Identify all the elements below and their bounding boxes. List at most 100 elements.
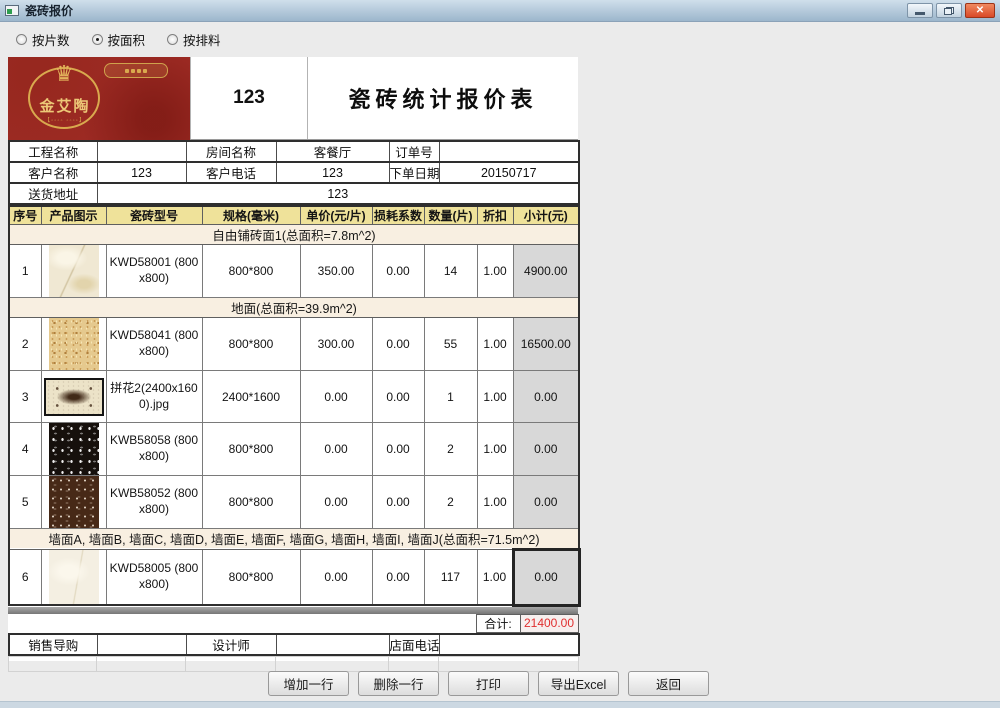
section-row: 地面(总面积=39.9m^2) [9, 298, 579, 318]
sales-guide-value[interactable] [97, 634, 186, 655]
unit-price-cell[interactable]: 0.00 [300, 371, 372, 423]
loss-factor-cell[interactable]: 0.00 [372, 550, 424, 606]
back-button[interactable]: 返回 [628, 671, 709, 696]
row-index-cell[interactable]: 3 [9, 371, 41, 423]
loss-factor-cell[interactable]: 0.00 [372, 371, 424, 423]
section-row: 自由铺砖面1(总面积=7.8m^2) [9, 225, 579, 245]
tile-spec-cell[interactable]: 800*800 [202, 423, 300, 476]
store-phone-value[interactable] [439, 634, 579, 655]
tile-model-cell[interactable]: KWB58058 (800x800) [106, 423, 202, 476]
tile-model-cell[interactable]: KWD58005 (800x800) [106, 550, 202, 606]
discount-cell[interactable]: 1.00 [477, 476, 513, 529]
subtotal-cell[interactable]: 0.00 [513, 550, 579, 606]
brown-speckle-tile-image[interactable] [49, 476, 99, 528]
discount-cell[interactable]: 1.00 [477, 318, 513, 371]
pale-marble-tile-image[interactable] [49, 550, 99, 604]
delivery-address-label: 送货地址 [9, 183, 97, 204]
delivery-address-value[interactable]: 123 [97, 183, 579, 204]
col-loss-factor: 损耗系数 [372, 206, 424, 225]
customer-phone-value[interactable]: 123 [276, 162, 389, 183]
print-button[interactable]: 打印 [448, 671, 529, 696]
project-name-value[interactable] [97, 141, 186, 162]
product-image-cell[interactable] [41, 476, 106, 529]
subtotal-cell[interactable]: 0.00 [513, 371, 579, 423]
col-tile-model: 瓷砖型号 [106, 206, 202, 225]
window-bottom-edge [0, 701, 1000, 708]
unit-price-cell[interactable]: 0.00 [300, 550, 372, 606]
restore-button[interactable] [936, 3, 962, 18]
col-unit-price: 单价(元/片) [300, 206, 372, 225]
table-row: 3拼花2(2400x1600).jpg2400*16000.000.0011.0… [9, 371, 579, 423]
discount-cell[interactable]: 1.00 [477, 371, 513, 423]
tile-model-cell[interactable]: 拼花2(2400x1600).jpg [106, 371, 202, 423]
mode-radio-by-area[interactable]: 按面积 [92, 30, 146, 49]
loss-factor-cell[interactable]: 0.00 [372, 476, 424, 529]
mode-radio-by-piece-count[interactable]: 按片数 [16, 30, 70, 49]
tile-model-cell[interactable]: KWB58052 (800x800) [106, 476, 202, 529]
quantity-cell[interactable]: 55 [424, 318, 477, 371]
tile-model-cell[interactable]: KWD58001 (800x800) [106, 245, 202, 298]
room-name-value[interactable]: 客餐厅 [276, 141, 389, 162]
delete-row-button[interactable]: 删除一行 [358, 671, 439, 696]
export-excel-button[interactable]: 导出Excel [538, 671, 619, 696]
mode-radio-by-layout[interactable]: 按排料 [167, 30, 221, 49]
order-no-value[interactable] [439, 141, 579, 162]
product-image-cell[interactable] [41, 245, 106, 298]
tile-spec-cell[interactable]: 2400*1600 [202, 371, 300, 423]
product-image-cell[interactable] [41, 318, 106, 371]
loss-factor-cell[interactable]: 0.00 [372, 318, 424, 371]
quantity-cell[interactable]: 2 [424, 476, 477, 529]
discount-cell[interactable]: 1.00 [477, 245, 513, 298]
subtotal-cell[interactable]: 16500.00 [513, 318, 579, 371]
tile-spec-cell[interactable]: 800*800 [202, 245, 300, 298]
discount-cell[interactable]: 1.00 [477, 550, 513, 606]
subtotal-cell[interactable]: 0.00 [513, 423, 579, 476]
product-image-cell[interactable] [41, 423, 106, 476]
mode-options: 按片数 按面积 按排料 [0, 22, 1000, 56]
unit-price-cell[interactable]: 300.00 [300, 318, 372, 371]
row-index-cell[interactable]: 6 [9, 550, 41, 606]
tile-spec-cell[interactable]: 800*800 [202, 318, 300, 371]
loss-factor-cell[interactable]: 0.00 [372, 423, 424, 476]
loss-factor-cell[interactable]: 0.00 [372, 245, 424, 298]
order-info-table: 工程名称 房间名称 客餐厅 订单号 客户名称 123 客户电话 123 下单日期… [8, 140, 580, 205]
product-image-cell[interactable] [41, 371, 106, 423]
radio-label: 按排料 [183, 30, 221, 49]
subtotal-cell[interactable]: 4900.00 [513, 245, 579, 298]
tile-spec-cell[interactable]: 800*800 [202, 550, 300, 606]
tile-spec-cell[interactable]: 800*800 [202, 476, 300, 529]
order-date-value[interactable]: 20150717 [439, 162, 579, 183]
logo-subtext: 【◦◦◦◦ ◦◦◦◦】 [28, 115, 102, 124]
quantity-cell[interactable]: 14 [424, 245, 477, 298]
quantity-cell[interactable]: 117 [424, 550, 477, 606]
customer-phone-label: 客户电话 [186, 162, 276, 183]
medallion-tile-image[interactable] [44, 378, 104, 416]
cream-marble-tile-image[interactable] [49, 245, 99, 297]
unit-price-cell[interactable]: 0.00 [300, 476, 372, 529]
minimize-icon [915, 12, 925, 15]
row-index-cell[interactable]: 1 [9, 245, 41, 298]
close-button[interactable]: ✕ [965, 3, 995, 18]
add-row-button[interactable]: 增加一行 [268, 671, 349, 696]
unit-price-cell[interactable]: 350.00 [300, 245, 372, 298]
quantity-cell[interactable]: 1 [424, 371, 477, 423]
discount-cell[interactable]: 1.00 [477, 423, 513, 476]
project-name-label: 工程名称 [9, 141, 97, 162]
row-index-cell[interactable]: 5 [9, 476, 41, 529]
black-speckle-tile-image[interactable] [49, 423, 99, 475]
customer-name-value[interactable]: 123 [97, 162, 186, 183]
product-image-cell[interactable] [41, 550, 106, 606]
unit-price-cell[interactable]: 0.00 [300, 423, 372, 476]
designer-value[interactable] [276, 634, 389, 655]
sand-speckle-tile-image[interactable] [49, 318, 99, 370]
row-index-cell[interactable]: 4 [9, 423, 41, 476]
row-index-cell[interactable]: 2 [9, 318, 41, 371]
minimize-button[interactable] [907, 3, 933, 18]
tile-model-cell[interactable]: KWD58041 (800x800) [106, 318, 202, 371]
subtotal-cell[interactable]: 0.00 [513, 476, 579, 529]
col-product-image: 产品图示 [41, 206, 106, 225]
table-row: 5KWB58052 (800x800)800*8000.000.0021.000… [9, 476, 579, 529]
quantity-cell[interactable]: 2 [424, 423, 477, 476]
restore-icon [944, 7, 954, 15]
quotation-panel: ♛ 金艾陶 【◦◦◦◦ ◦◦◦◦】 123 瓷砖统计报价表 工程名称 房间名称 … [8, 57, 578, 661]
